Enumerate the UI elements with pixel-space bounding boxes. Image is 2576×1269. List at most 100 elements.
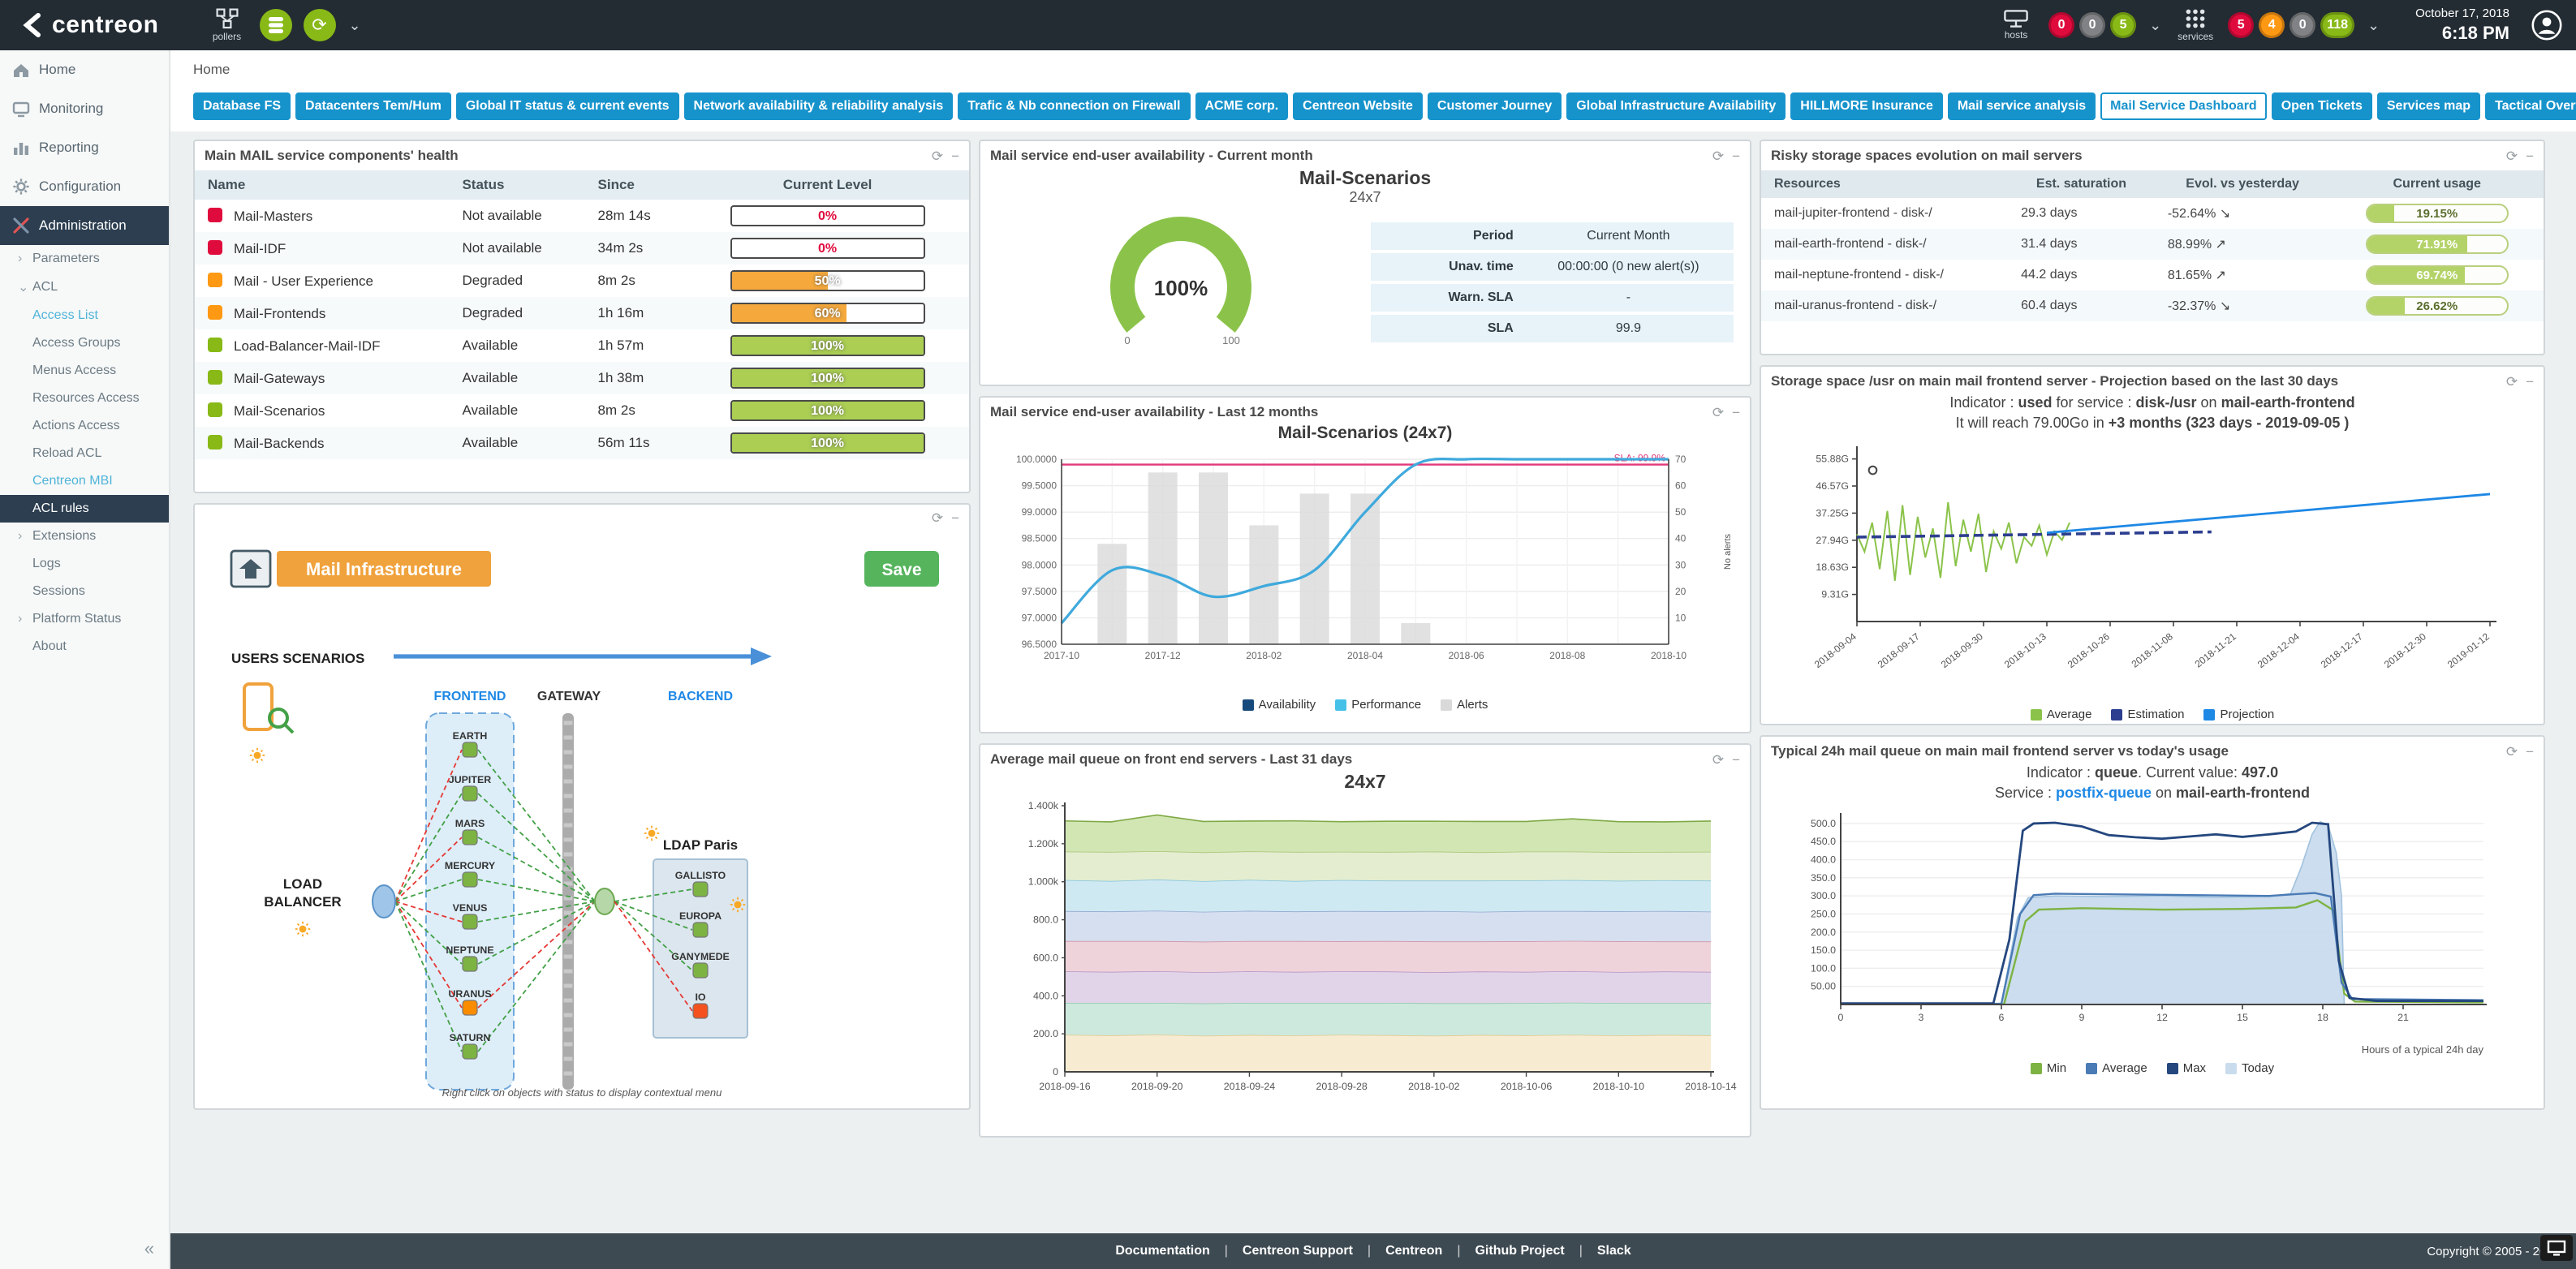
minimize-icon[interactable]: −	[1732, 149, 1740, 163]
tab-mail-service-dashboard[interactable]: Mail Service Dashboard	[2100, 92, 2267, 120]
chevron-down-icon[interactable]: ⌄	[2367, 17, 2380, 34]
sidebar-subitem-logs[interactable]: Logs	[0, 550, 169, 578]
sidebar-subitem-acl[interactable]: ⌄ACL	[0, 273, 169, 302]
sidebar-item-administration[interactable]: Administration	[0, 206, 169, 245]
refresh-icon[interactable]: ⟳	[1712, 149, 1724, 163]
storage-row[interactable]: mail-earth-frontend - disk-/31.4 days88.…	[1761, 229, 2544, 260]
tab-datacenters-tem-hum[interactable]: Datacenters Tem/Hum	[295, 92, 451, 120]
chevron-down-icon[interactable]: ⌄	[349, 17, 361, 34]
sidebar-item-monitoring[interactable]: Monitoring	[0, 89, 169, 128]
refresh-icon[interactable]: ⟳	[2506, 149, 2518, 163]
tab-mail-service-analysis[interactable]: Mail service analysis	[1948, 92, 2096, 120]
hosts-count-badge[interactable]: 0	[2079, 12, 2105, 38]
sidebar-subitem-platform-status[interactable]: ›Platform Status	[0, 605, 169, 633]
refresh-icon[interactable]: ⟳	[2506, 375, 2518, 389]
home-icon[interactable]	[231, 551, 270, 587]
sidebar-item-reporting[interactable]: Reporting	[0, 128, 169, 167]
hosts-count-badge[interactable]: 0	[2048, 12, 2074, 38]
sidebar-subitem-access-groups[interactable]: Access Groups	[0, 329, 169, 357]
health-row[interactable]: Mail-ScenariosAvailable8m 2s100%	[195, 394, 969, 427]
level-value: 100%	[732, 434, 924, 454]
sidebar-subitem-menus-access[interactable]: Menus Access	[0, 357, 169, 385]
storage-row[interactable]: mail-jupiter-frontend - disk-/29.3 days-…	[1761, 198, 2544, 229]
sidebar-subitem-actions-access[interactable]: Actions Access	[0, 412, 169, 440]
tab-customer-journey[interactable]: Customer Journey	[1428, 92, 1562, 120]
minimize-icon[interactable]: −	[2526, 149, 2534, 163]
sidebar-subitem-parameters[interactable]: ›Parameters	[0, 245, 169, 273]
minimize-icon[interactable]: −	[1732, 753, 1740, 767]
widget-title: Typical 24h mail queue on main mail fron…	[1771, 743, 2229, 759]
sidebar-subitem-access-list[interactable]: Access List	[0, 302, 169, 329]
minimize-icon[interactable]: −	[2526, 375, 2534, 389]
tab-global-infrastructure-availability[interactable]: Global Infrastructure Availability	[1566, 92, 1786, 120]
minimize-icon[interactable]: −	[951, 149, 959, 163]
tab-hillmore-insurance[interactable]: HILLMORE Insurance	[1790, 92, 1943, 120]
footer-link-centreon[interactable]: Centreon	[1385, 1244, 1442, 1258]
widget-title: Main MAIL service components' health	[205, 148, 459, 164]
health-row[interactable]: Mail-MastersNot available28m 14s0%	[195, 200, 969, 232]
node-io[interactable]: IO	[693, 992, 708, 1018]
svg-text:Save: Save	[881, 561, 921, 579]
load-balancer-node[interactable]	[373, 885, 395, 918]
chart-header-line: It will reach 79.00Go in +3 months (323 …	[1761, 413, 2544, 433]
refresh-icon[interactable]: ⟳	[1712, 406, 1724, 419]
database-status-icon[interactable]	[260, 9, 292, 41]
health-row[interactable]: Mail - User ExperienceDegraded8m 2s50%	[195, 265, 969, 297]
tab-database-fs[interactable]: Database FS	[193, 92, 291, 120]
services-count-badge[interactable]: 118	[2320, 12, 2354, 38]
footer-link-documentation[interactable]: Documentation	[1115, 1244, 1209, 1258]
minimize-icon[interactable]: −	[2526, 745, 2534, 759]
minimize-icon[interactable]: −	[951, 511, 959, 525]
services-count-badge[interactable]: 5	[2228, 12, 2254, 38]
sidebar-item-home[interactable]: Home	[0, 50, 169, 89]
tab-acme-corp[interactable]: ACME corp.	[1195, 92, 1289, 120]
sidebar-subitem-acl-rules[interactable]: ACL rules	[0, 495, 169, 523]
health-row[interactable]: Mail-GatewaysAvailable1h 38m100%	[195, 362, 969, 394]
breadcrumb[interactable]: Home	[170, 50, 2576, 86]
tab-services-map[interactable]: Services map	[2377, 92, 2480, 120]
tab-network-availability-reliability-analysis[interactable]: Network availability & reliability analy…	[684, 92, 954, 120]
refresh-icon[interactable]: ⟳	[932, 149, 943, 163]
health-row[interactable]: Mail-IDFNot available34m 2s0%	[195, 232, 969, 265]
tab-open-tickets[interactable]: Open Tickets	[2272, 92, 2372, 120]
column-header: Since	[585, 170, 687, 200]
hosts-count-badge[interactable]: 5	[2110, 12, 2136, 38]
sidebar-subitem-about[interactable]: About	[0, 633, 169, 660]
gateway-node[interactable]	[595, 888, 614, 914]
chevron-down-icon[interactable]: ⌄	[2149, 17, 2161, 34]
hosts-menu[interactable]: hosts	[1995, 10, 2037, 41]
brand-logo[interactable]: centreon	[19, 11, 159, 39]
tab-global-it-status-current-events[interactable]: Global IT status & current events	[456, 92, 679, 120]
storage-row[interactable]: mail-neptune-frontend - disk-/44.2 days8…	[1761, 260, 2544, 290]
health-row[interactable]: Mail-FrontendsDegraded1h 16m60%	[195, 297, 969, 329]
tab-trafic-nb-connection-on-firewall[interactable]: Trafic & Nb connection on Firewall	[958, 92, 1190, 120]
health-row[interactable]: Mail-BackendsAvailable56m 11s100%	[195, 427, 969, 459]
refresh-icon[interactable]: ⟳	[932, 511, 943, 525]
sidebar-subitem-resources-access[interactable]: Resources Access	[0, 385, 169, 412]
services-menu[interactable]: services	[2174, 8, 2216, 42]
storage-row[interactable]: mail-uranus-frontend - disk-/60.4 days-3…	[1761, 290, 2544, 321]
sidebar-subitem-centreon-mbi[interactable]: Centreon MBI	[0, 467, 169, 495]
latency-status-icon[interactable]: ⟳	[304, 9, 336, 41]
tab-tactical-overview[interactable]: Tactical Overview	[2485, 92, 2576, 120]
footer-link-centreon-support[interactable]: Centreon Support	[1243, 1244, 1353, 1258]
sidebar-subitem-extensions[interactable]: ›Extensions	[0, 523, 169, 550]
pollers-menu[interactable]: pollers	[206, 8, 248, 42]
sidebar-collapse-button[interactable]: «	[144, 1238, 154, 1259]
sidebar-item-configuration[interactable]: Configuration	[0, 167, 169, 206]
sidebar-subitem-reload-acl[interactable]: Reload ACL	[0, 440, 169, 467]
tab-centreon-website[interactable]: Centreon Website	[1293, 92, 1423, 120]
user-avatar[interactable]	[2531, 9, 2563, 41]
refresh-icon[interactable]: ⟳	[1712, 753, 1724, 767]
health-row[interactable]: Load-Balancer-Mail-IDFAvailable1h 57m100…	[195, 329, 969, 362]
footer-link-github-project[interactable]: Github Project	[1475, 1244, 1564, 1258]
services-count-badge[interactable]: 0	[2290, 12, 2315, 38]
footer-link-slack[interactable]: Slack	[1597, 1244, 1631, 1258]
save-button[interactable]: Save	[864, 551, 939, 587]
services-count-badge[interactable]: 4	[2259, 12, 2285, 38]
refresh-icon[interactable]: ⟳	[2506, 745, 2518, 759]
sidebar-subitem-sessions[interactable]: Sessions	[0, 578, 169, 605]
minimize-icon[interactable]: −	[1732, 406, 1740, 419]
svg-text:97.5000: 97.5000	[1022, 586, 1058, 597]
screenshot-tool-icon[interactable]	[2540, 1235, 2573, 1261]
